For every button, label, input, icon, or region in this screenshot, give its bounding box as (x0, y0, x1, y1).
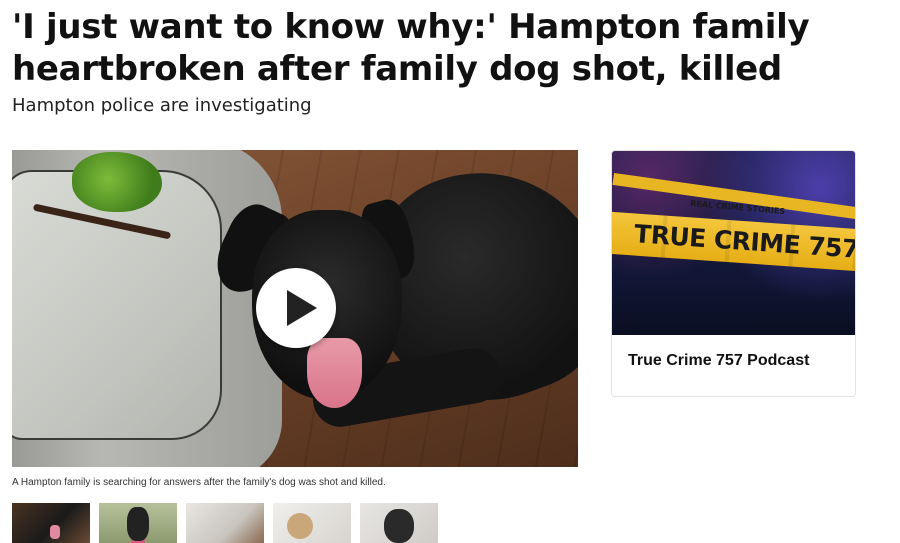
gallery-thumbnails (12, 503, 438, 543)
gallery-thumbnail[interactable] (12, 503, 90, 543)
podcast-card-title[interactable]: True Crime 757 Podcast (628, 352, 809, 370)
video-player[interactable] (12, 150, 578, 467)
article-subheadline: Hampton police are investigating (12, 95, 312, 116)
gallery-thumbnail[interactable] (186, 503, 264, 543)
gallery-thumbnail[interactable] (360, 503, 438, 543)
video-frame-dog-tongue (307, 338, 362, 408)
gallery-thumbnail[interactable] (99, 503, 177, 543)
gallery-thumbnail[interactable] (273, 503, 351, 543)
podcast-card[interactable]: REAL CRIME STORIES TRUE CRIME 757 True C… (611, 150, 856, 397)
video-frame-toy (72, 152, 162, 212)
article-headline: 'I just want to know why:' Hampton famil… (12, 7, 810, 89)
video-caption: A Hampton family is searching for answer… (12, 477, 386, 488)
podcast-artwork[interactable]: REAL CRIME STORIES TRUE CRIME 757 (612, 151, 855, 335)
play-icon[interactable] (256, 268, 336, 348)
